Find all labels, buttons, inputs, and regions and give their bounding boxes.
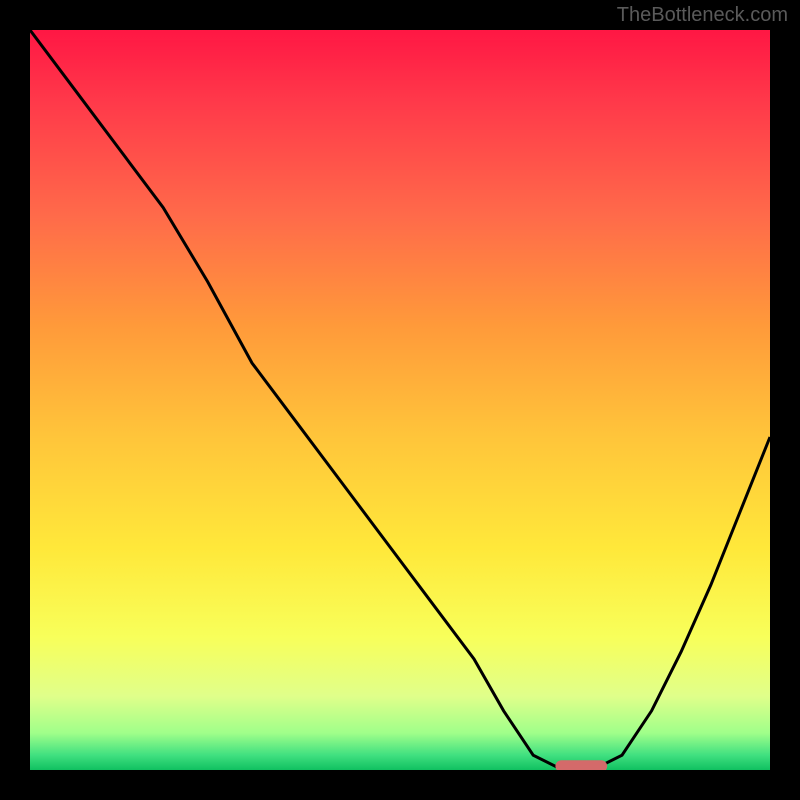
bottleneck-chart <box>30 30 770 770</box>
watermark-text: TheBottleneck.com <box>617 4 788 27</box>
plot-background <box>30 30 770 770</box>
chart-svg <box>30 30 770 770</box>
optimal-marker <box>555 760 607 770</box>
